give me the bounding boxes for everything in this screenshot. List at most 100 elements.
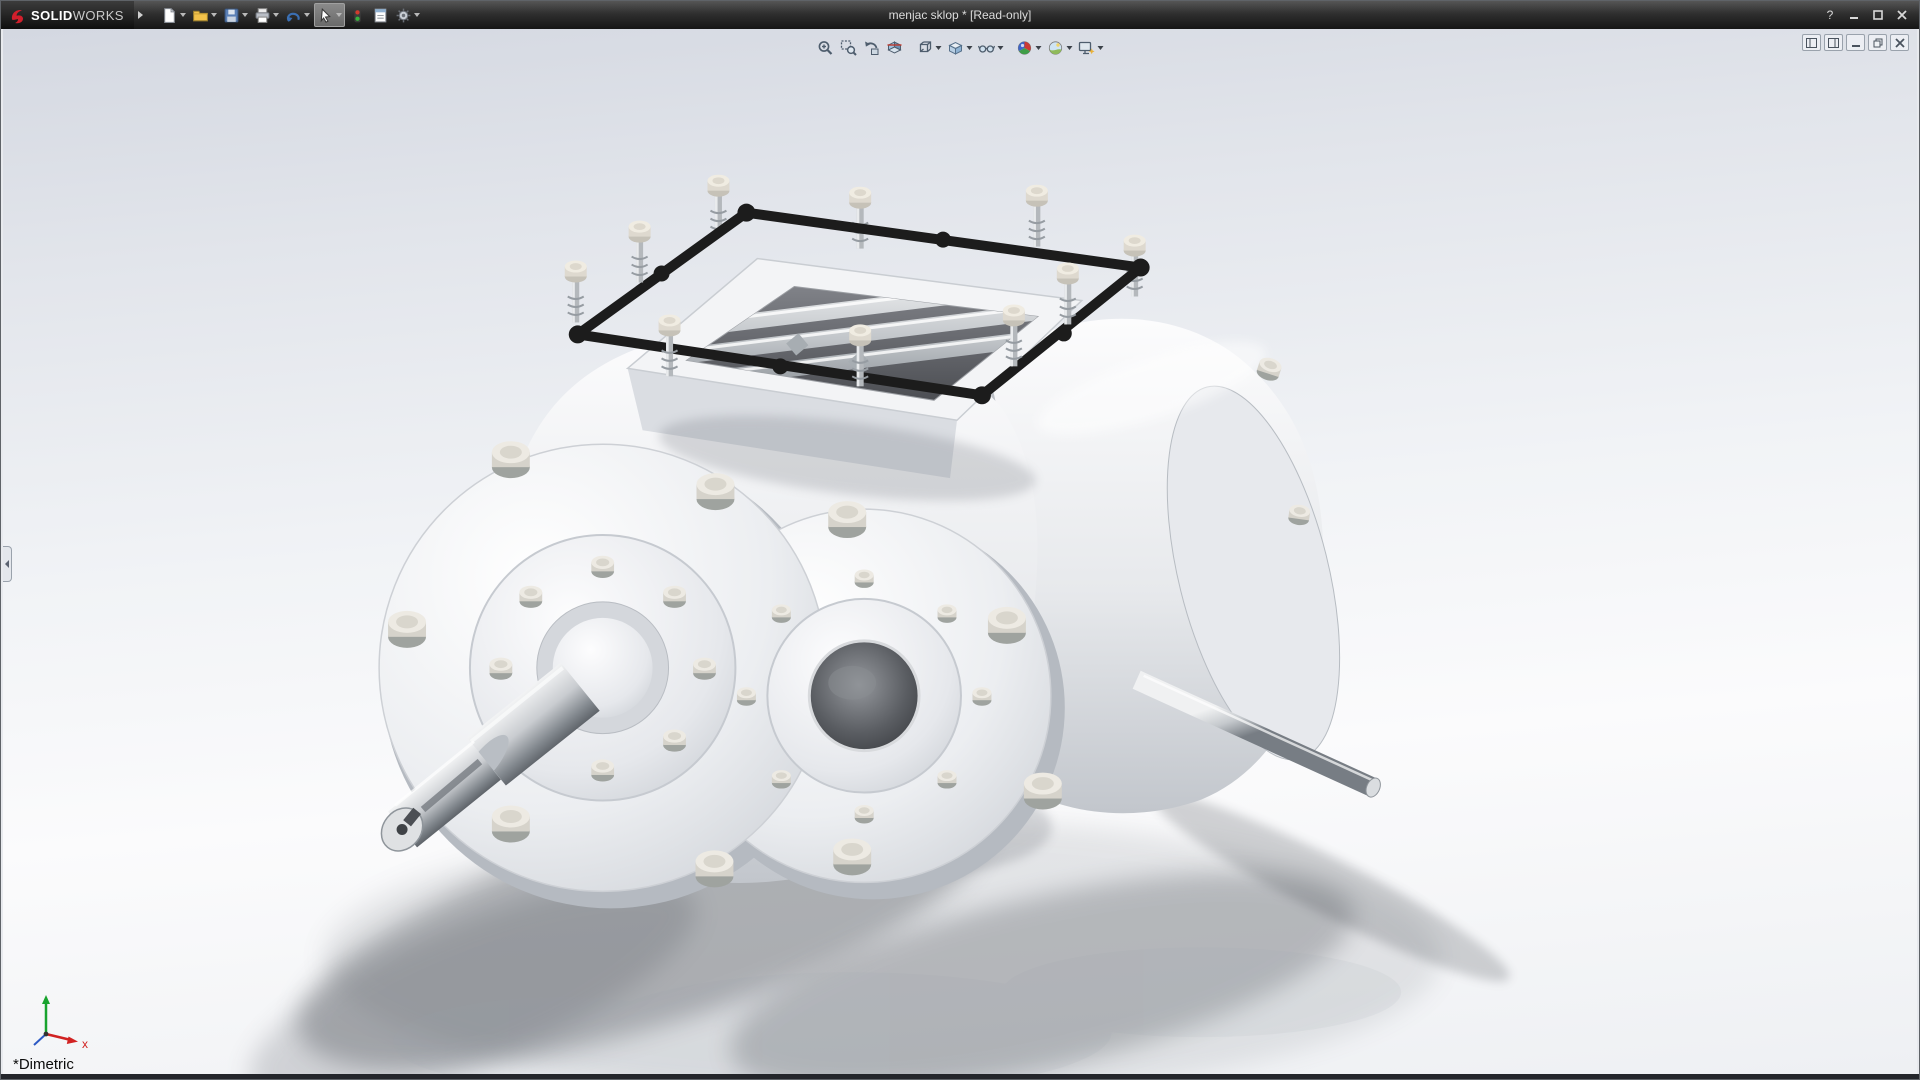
doc-minimize-button[interactable] — [1846, 34, 1865, 51]
display-style-button[interactable] — [945, 37, 975, 59]
doc-restore-button[interactable] — [1868, 34, 1887, 51]
floor-reflection — [393, 947, 1401, 1074]
reference-triad: x — [11, 982, 101, 1052]
maximize-icon — [1873, 10, 1883, 20]
zoom-to-fit-button[interactable] — [815, 37, 837, 59]
help-button[interactable]: ? — [1821, 7, 1839, 24]
view-orientation-cube-icon — [916, 39, 934, 57]
triad-z-axis — [34, 1034, 46, 1045]
view-orientation-button[interactable] — [914, 37, 944, 59]
select-cursor-icon — [317, 7, 334, 24]
minimize-button[interactable] — [1845, 7, 1863, 24]
view-orientation-label: *Dimetric — [13, 1056, 74, 1073]
open-button[interactable] — [190, 3, 219, 27]
zoom-to-area-button[interactable] — [838, 37, 860, 59]
graphics-viewport[interactable]: x *Dimetric — [3, 29, 1917, 1074]
hide-show-items-button[interactable] — [976, 37, 1006, 59]
main-housing-body — [506, 328, 1051, 883]
rebuild-button[interactable] — [347, 3, 368, 27]
brand-light: WORKS — [73, 8, 124, 23]
select-button[interactable] — [314, 3, 345, 27]
help-glyph: ? — [1827, 8, 1834, 22]
dropdown-arrow-icon — [1098, 46, 1104, 50]
maximize-button[interactable] — [1869, 7, 1887, 24]
undo-button[interactable] — [283, 3, 312, 27]
close-button[interactable] — [1893, 7, 1911, 24]
zoom-to-area-icon — [840, 39, 858, 57]
input-bearing-ring — [470, 535, 735, 800]
view-settings-icon — [1078, 39, 1096, 57]
pane-left-button[interactable] — [1802, 34, 1821, 51]
heads-up-view-toolbar — [809, 35, 1112, 61]
open-folder-icon — [192, 7, 209, 24]
new-document-icon — [161, 7, 178, 24]
dropdown-arrow-icon — [936, 46, 942, 50]
document-window-controls — [1802, 34, 1909, 51]
minimize-icon — [1849, 10, 1859, 20]
previous-view-icon — [863, 39, 881, 57]
edit-appearance-ball-icon — [1016, 39, 1034, 57]
doc-close-button[interactable] — [1890, 34, 1909, 51]
doc-restore-icon — [1873, 38, 1883, 48]
window-title: menjac sklop * [Read-only] — [889, 1, 1032, 29]
output-bearing-ring — [737, 569, 992, 823]
print-icon — [254, 7, 271, 24]
undo-arrow-icon — [285, 7, 302, 24]
cover-gasket — [569, 204, 1150, 405]
section-view-button[interactable] — [884, 37, 906, 59]
doc-close-icon — [1895, 38, 1905, 48]
options-button[interactable] — [393, 3, 422, 27]
flange-bolts — [388, 441, 1062, 887]
edit-appearance-button[interactable] — [1014, 37, 1044, 59]
pane-left-icon — [1806, 38, 1817, 48]
view-settings-button[interactable] — [1076, 37, 1106, 59]
floor-shadows — [225, 727, 1522, 1074]
dropdown-arrow-icon — [967, 46, 973, 50]
pane-right-button[interactable] — [1824, 34, 1843, 51]
top-cover-opening — [628, 259, 1082, 517]
section-view-icon — [886, 39, 904, 57]
cover-studs-back — [707, 175, 1145, 297]
model-render — [3, 29, 1917, 1074]
bottom-window-edge — [1, 1074, 1919, 1079]
rear-housing-drum — [960, 319, 1372, 813]
dropdown-arrow-icon — [1036, 46, 1042, 50]
save-button[interactable] — [221, 3, 250, 27]
save-floppy-icon — [223, 7, 240, 24]
rebuild-traffic-light-icon — [349, 7, 366, 24]
hide-show-glasses-icon — [978, 39, 996, 57]
previous-view-button[interactable] — [861, 37, 883, 59]
triad-x-axis — [46, 1034, 71, 1040]
apply-scene-ball-icon — [1047, 39, 1065, 57]
quick-access-toolbar — [158, 1, 423, 29]
input-shaft — [373, 663, 600, 859]
chevron-left-icon — [5, 560, 9, 568]
close-icon — [1897, 10, 1907, 20]
titlebar: SOLIDWORKS — [1, 1, 1919, 29]
display-style-cube-icon — [947, 39, 965, 57]
options-gear-icon — [395, 7, 412, 24]
doc-minimize-icon — [1851, 38, 1861, 48]
new-document-button[interactable] — [159, 3, 188, 27]
dropdown-arrow-icon — [414, 13, 420, 17]
brand-bold: SOLID — [31, 8, 73, 23]
menu-expand-arrow[interactable] — [134, 1, 148, 29]
brand-text: SOLIDWORKS — [31, 8, 124, 23]
dropdown-arrow-icon — [998, 46, 1004, 50]
triad-x-label: x — [82, 1037, 88, 1051]
solidworks-window: SOLIDWORKS — [0, 0, 1920, 1080]
window-controls: ? — [1821, 7, 1919, 24]
print-button[interactable] — [252, 3, 281, 27]
cover-studs-front — [565, 221, 1079, 387]
dropdown-arrow-icon — [211, 13, 217, 17]
dropdown-arrow-icon — [1067, 46, 1073, 50]
panel-collapse-tab[interactable] — [3, 546, 12, 582]
dropdown-arrow-icon — [336, 13, 342, 17]
file-properties-icon — [372, 7, 389, 24]
dropdown-arrow-icon — [304, 13, 310, 17]
gear-shafts — [660, 280, 1055, 385]
chevron-right-icon — [138, 11, 143, 19]
file-properties-button[interactable] — [370, 3, 391, 27]
apply-scene-button[interactable] — [1045, 37, 1075, 59]
solidworks-logo-icon — [9, 7, 26, 24]
